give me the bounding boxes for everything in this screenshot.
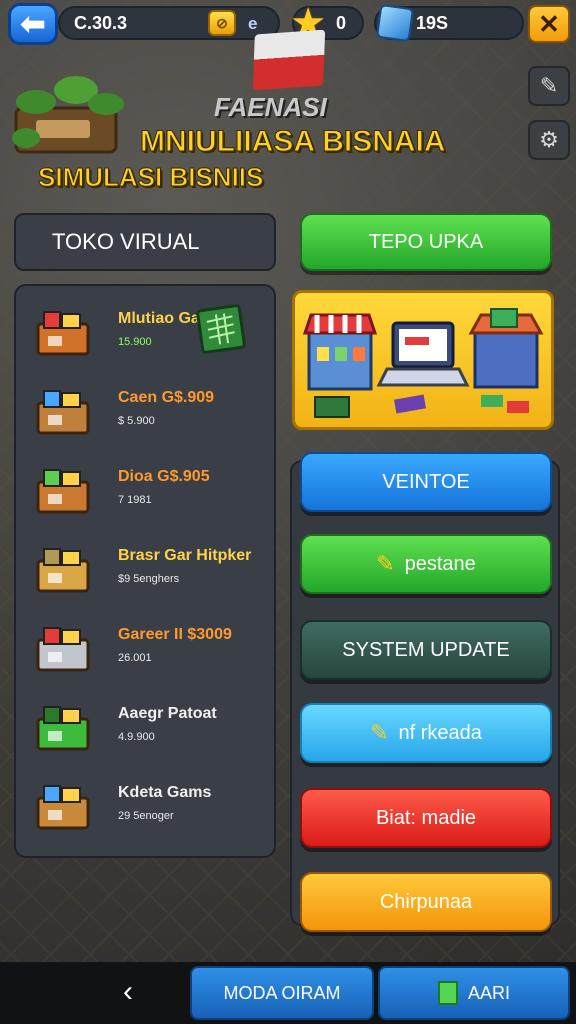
close-icon: ✕ [538,8,560,39]
item-name: Dioa G$.905 [118,468,210,485]
item-name: Brasr Gar Hitpker [118,547,252,564]
green-box-icon [36,706,90,751]
gem-icon [375,3,415,43]
coin-value: e [248,14,258,33]
item-price: 29 5enoger [118,810,174,822]
gem-crate-icon [36,785,90,830]
back-button[interactable]: ⬅ [8,3,58,45]
action-button-label: nf rkeada [398,721,482,744]
item-price: 15.900 [118,336,152,348]
action-button-label: SYSTEM UPDATE [342,638,510,661]
action-button-4[interactable]: ✎ nf rkeada [300,703,552,763]
wrench-icon: ✎ [539,73,559,98]
list-item[interactable]: Brasr Gar Hitpker $9 5enghers [30,537,270,609]
close-button[interactable]: ✕ [528,5,570,43]
list-item[interactable]: Aaegr Patoat 4.9.900 [30,695,270,767]
actions-panel [290,460,560,926]
tab-virtual-store[interactable]: TOKO VIRUAL [14,213,276,271]
cash-tray-icon [36,548,90,593]
item-price: $ 5.900 [118,415,155,427]
nav-back-button[interactable]: ‹ [108,974,148,1010]
shop-crate-icon [36,311,90,356]
tools-button[interactable]: ✎ [528,66,570,106]
action-button-6[interactable]: Chirpunaa [300,872,552,932]
chevron-left-icon: ‹ [123,975,133,1008]
item-name: Mlutiao Gat [118,310,206,327]
item-name: Gareer II $3009 [118,626,232,643]
item-name: Caen G$.909 [118,389,215,406]
money-display: C.30.3 ⊘ e [58,6,280,40]
gear-icon: ⚙ [539,127,559,152]
item-price: 7 1981 [118,494,152,506]
item-price: 26.001 [118,652,152,664]
item-name: Aaegr Patoat [118,705,217,722]
ledger-book-icon [196,304,246,354]
goods-box-icon [36,390,90,435]
list-item[interactable]: Kdeta Gams 29 5enoger [30,774,270,846]
mode-button[interactable]: MODA OIRAM [190,966,374,1020]
item-price: $9 5enghers [118,573,180,585]
money-value: C.30.3 [74,12,128,33]
action-button-label: pestane [404,552,476,575]
star-value: 0 [336,12,347,33]
list-item[interactable]: Gareer II $3009 26.001 [30,616,270,688]
arrow-left-icon: ⬅ [20,7,46,41]
shop-illustration-icon [302,308,544,418]
gem-value: 19S [416,12,449,33]
list-item[interactable]: Dioa G$.905 7 1981 [30,458,270,530]
page-subtitle: SIMULASI BISNIIS [37,162,264,193]
item-name: Kdeta Gams [118,784,212,801]
aari-button[interactable]: AARI [378,966,570,1020]
logo-text: FAENASI [214,92,327,122]
top-upgrade-button[interactable]: TEPO UPKA [300,213,552,271]
aari-button-label: AARI [467,982,510,1003]
action-button-label: VEINTOE [382,470,470,493]
pencil-icon: ✎ [370,720,389,745]
tab-virtual-store-label: TOKO VIRUAL [52,229,200,254]
product-list: Mlutiao Gat 15.900 Caen G$.909 $ 5.900 Dioa … [14,284,276,858]
settings-button[interactable]: ⚙ [528,120,570,160]
top-upgrade-label: TEPO UPKA [368,230,484,253]
item-price: 4.9.900 [118,731,155,743]
coin-icon: ⊘ [208,10,236,36]
mode-button-label: MODA OIRAM [223,982,341,1003]
shop-preview-card[interactable] [292,290,554,430]
page-title: MNIULIIASA BISNAIA [140,125,447,159]
pencil-icon: ✎ [376,551,395,576]
potted-plant-icon [12,76,124,154]
bottom-bar: ‹ MODA OIRAM AARI [0,962,576,1024]
action-button-5[interactable]: Biat: madie [300,788,552,848]
action-button-3[interactable]: SYSTEM UPDATE [300,620,552,680]
action-button-1[interactable]: VEINTOE [300,452,552,512]
action-button-label: Chirpunaa [379,890,473,913]
gem-counter: 19S [374,3,524,43]
list-item[interactable]: Caen G$.909 $ 5.900 [30,379,270,451]
shopping-cart-icon [36,627,90,672]
action-button-2[interactable]: ✎ pestane [300,534,552,594]
action-button-label: Biat: madie [375,806,477,829]
logo-flag [252,29,326,91]
green-square-icon [437,981,458,1005]
fruit-crate-icon [36,469,90,514]
